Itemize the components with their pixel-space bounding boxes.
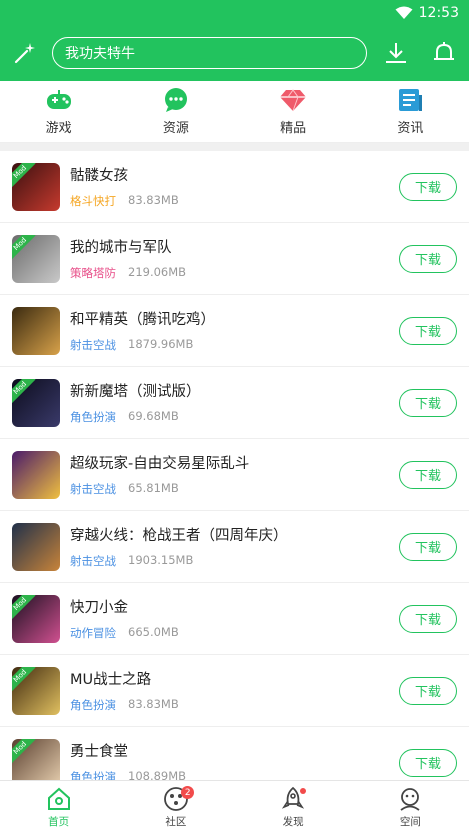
app-size: 1903.15MB bbox=[128, 553, 194, 567]
app-size: 69.68MB bbox=[128, 409, 179, 423]
app-icon[interactable]: Mod bbox=[12, 378, 60, 427]
download-button[interactable]: 下载 bbox=[399, 748, 457, 777]
mod-badge: Mod bbox=[12, 234, 36, 260]
category-nav: 游戏 资源 精品 资讯 bbox=[0, 81, 469, 143]
status-bar: 12:53 bbox=[0, 0, 469, 25]
app-size: 1879.96MB bbox=[128, 337, 194, 351]
news-icon bbox=[399, 89, 423, 111]
mod-badge: Mod bbox=[12, 378, 36, 404]
category-label: 精品 bbox=[280, 121, 307, 136]
app-name: 勇士食堂 bbox=[70, 744, 128, 760]
app-category: 角色扮演 bbox=[70, 410, 116, 424]
download-icon[interactable] bbox=[381, 38, 411, 68]
mod-badge: Mod bbox=[12, 162, 36, 188]
mod-badge: Mod bbox=[12, 666, 36, 692]
wifi-icon bbox=[395, 6, 413, 19]
app-category: 射击空战 bbox=[70, 482, 116, 496]
app-name: 我的城市与军队 bbox=[70, 240, 172, 256]
app-name: 穿越火线：枪战王者（四周年庆） bbox=[70, 528, 288, 544]
app-size: 83.83MB bbox=[128, 697, 179, 711]
app-list-item[interactable]: 和平精英（腾讯吃鸡） 射击空战 1879.96MB 下载 bbox=[0, 295, 469, 367]
app-category: 策略塔防 bbox=[70, 266, 116, 280]
app-icon[interactable]: Mod bbox=[12, 234, 60, 283]
section-divider bbox=[0, 143, 469, 151]
app-icon[interactable]: Mod bbox=[12, 738, 60, 783]
profile-icon bbox=[400, 787, 420, 811]
search-input[interactable]: 我功夫特牛 bbox=[52, 37, 367, 69]
app-list-item[interactable]: Mod 快刀小金 动作冒险 665.0MB 下载 bbox=[0, 583, 469, 655]
app-size: 83.83MB bbox=[128, 193, 179, 207]
category-featured[interactable]: 精品 bbox=[235, 81, 352, 142]
app-category: 格斗快打 bbox=[70, 194, 116, 208]
app-name: 快刀小金 bbox=[70, 600, 128, 616]
download-button[interactable]: 下载 bbox=[399, 676, 457, 705]
tab-label: 社区 bbox=[165, 815, 187, 828]
tab-discover[interactable]: 发现 bbox=[235, 781, 352, 833]
app-size: 665.0MB bbox=[128, 625, 179, 639]
community-badge: 2 bbox=[181, 786, 195, 799]
gamepad-icon bbox=[46, 90, 71, 109]
category-label: 资源 bbox=[162, 121, 189, 136]
download-button[interactable]: 下载 bbox=[399, 316, 457, 345]
chat-bubble-icon bbox=[164, 88, 187, 112]
app-list-item[interactable]: Mod 勇士食堂 角色扮演 108.89MB 下载 bbox=[0, 727, 469, 783]
app-icon[interactable]: Mod bbox=[12, 162, 60, 211]
app-icon[interactable] bbox=[12, 522, 60, 571]
app-list-item[interactable]: 超级玩家-自由交易星际乱斗 射击空战 65.81MB 下载 bbox=[0, 439, 469, 511]
app-name: 和平精英（腾讯吃鸡） bbox=[70, 312, 215, 328]
app-icon[interactable] bbox=[12, 306, 60, 355]
app-category: 射击空战 bbox=[70, 554, 116, 568]
app-category: 射击空战 bbox=[70, 338, 116, 352]
bell-icon[interactable] bbox=[429, 38, 459, 68]
app-list-item[interactable]: Mod 骷髅女孩 格斗快打 83.83MB 下载 bbox=[0, 151, 469, 223]
app-list-item[interactable]: Mod 我的城市与军队 策略塔防 219.06MB 下载 bbox=[0, 223, 469, 295]
tab-profile[interactable]: 空间 bbox=[352, 781, 469, 833]
app-category: 动作冒险 bbox=[70, 626, 116, 640]
tab-home[interactable]: 首页 bbox=[0, 781, 117, 833]
mod-badge: Mod bbox=[12, 738, 36, 764]
magic-wand-icon[interactable] bbox=[10, 38, 40, 68]
tab-label: 首页 bbox=[48, 815, 70, 828]
app-name: 骷髅女孩 bbox=[70, 168, 128, 184]
tab-community[interactable]: 2 社区 bbox=[117, 781, 234, 833]
app-icon[interactable]: Mod bbox=[12, 666, 60, 715]
category-news[interactable]: 资讯 bbox=[352, 81, 469, 142]
mod-badge: Mod bbox=[12, 594, 36, 620]
category-label: 资讯 bbox=[397, 121, 424, 136]
search-text: 我功夫特牛 bbox=[65, 46, 135, 62]
app-name: 新新魔塔（测试版） bbox=[70, 384, 201, 400]
bottom-tab-bar: 首页 2 社区 发现 空间 bbox=[0, 780, 469, 833]
download-button[interactable]: 下载 bbox=[399, 244, 457, 273]
home-icon bbox=[47, 787, 70, 810]
download-button[interactable]: 下载 bbox=[399, 532, 457, 561]
download-button[interactable]: 下载 bbox=[399, 460, 457, 489]
tab-label: 发现 bbox=[282, 815, 304, 828]
category-games[interactable]: 游戏 bbox=[0, 81, 117, 142]
category-resources[interactable]: 资源 bbox=[117, 81, 234, 142]
download-button[interactable]: 下载 bbox=[399, 172, 457, 201]
app-size: 219.06MB bbox=[128, 265, 187, 279]
app-icon[interactable] bbox=[12, 450, 60, 499]
discover-dot bbox=[299, 788, 306, 794]
tab-label: 空间 bbox=[399, 815, 421, 828]
app-list-item[interactable]: 穿越火线：枪战王者（四周年庆） 射击空战 1903.15MB 下载 bbox=[0, 511, 469, 583]
download-button[interactable]: 下载 bbox=[399, 388, 457, 417]
download-button[interactable]: 下载 bbox=[399, 604, 457, 633]
diamond-icon bbox=[280, 89, 307, 112]
header: 我功夫特牛 bbox=[0, 25, 469, 81]
app-category: 角色扮演 bbox=[70, 698, 116, 712]
app-name: 超级玩家-自由交易星际乱斗 bbox=[70, 456, 250, 472]
app-icon[interactable]: Mod bbox=[12, 594, 60, 643]
category-label: 游戏 bbox=[45, 121, 72, 136]
status-time: 12:53 bbox=[418, 4, 459, 21]
app-name: MU战士之路 bbox=[70, 672, 152, 688]
app-list-item[interactable]: Mod MU战士之路 角色扮演 83.83MB 下载 bbox=[0, 655, 469, 727]
app-size: 65.81MB bbox=[128, 481, 179, 495]
app-list: Mod 骷髅女孩 格斗快打 83.83MB 下载 Mod 我的城市与军队 策略塔… bbox=[0, 151, 469, 783]
app-list-item[interactable]: Mod 新新魔塔（测试版） 角色扮演 69.68MB 下载 bbox=[0, 367, 469, 439]
